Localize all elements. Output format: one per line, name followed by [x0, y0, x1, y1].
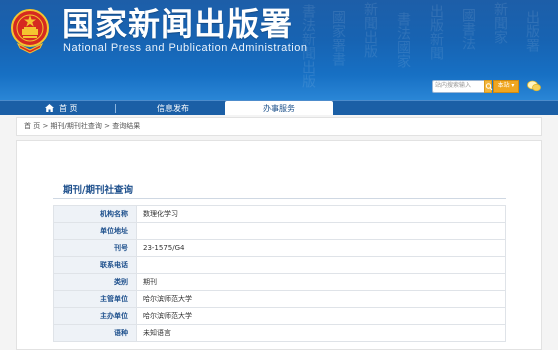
field-value: 23-1575/G4 — [136, 239, 506, 257]
calligraphy-decoration: 國書法 — [460, 8, 476, 50]
site-subtitle: National Press and Publication Administr… — [63, 42, 308, 54]
nav-services-tab[interactable]: 办事服务 — [225, 101, 333, 116]
field-label: 类别 — [53, 273, 137, 291]
site-title: 国家新闻出版署 — [62, 5, 294, 43]
field-value — [136, 222, 506, 240]
table-row: 语种 未知语言 — [53, 324, 506, 342]
table-row: 刊号 23-1575/G4 — [53, 239, 506, 257]
field-value: 期刊 — [136, 273, 506, 291]
search-icon — [485, 83, 493, 91]
calligraphy-decoration: 新聞家 — [492, 2, 508, 44]
field-value: 哈尔滨师范大学 — [136, 290, 506, 308]
page-title: 期刊/期刊社查询 — [63, 185, 133, 196]
breadcrumb: 首 页 > 期刊/期刊社查询 > 查询结果 — [16, 117, 542, 136]
field-value: 未知语言 — [136, 324, 506, 342]
calligraphy-decoration: 新聞出版 — [362, 2, 378, 58]
table-row: 主办单位 哈尔滨师范大学 — [53, 307, 506, 325]
table-row: 联系电话 — [53, 256, 506, 274]
main-nav: 首 页 信息发布 办事服务 — [0, 100, 558, 116]
field-label: 主办单位 — [53, 307, 137, 325]
site-header: 書法新聞出版 國家署書 新聞出版 書法國家 出版新聞 國書法 新聞家 出版署 国… — [0, 0, 558, 100]
field-label: 语种 — [53, 324, 137, 342]
wechat-icon[interactable] — [527, 80, 541, 92]
region-dropdown[interactable]: 本站 ▾ — [493, 80, 519, 93]
nav-home-label: 首 页 — [59, 104, 78, 113]
field-label: 机构名称 — [53, 205, 137, 223]
table-row: 主管单位 哈尔滨师范大学 — [53, 290, 506, 308]
nav-info-release[interactable]: 信息发布 — [157, 101, 189, 116]
field-value: 哈尔滨师范大学 — [136, 307, 506, 325]
national-emblem-icon — [11, 9, 49, 54]
calligraphy-decoration: 出版新聞 — [428, 4, 444, 60]
search-input[interactable]: 站内搜索输入 — [432, 80, 486, 93]
result-table: 机构名称 数理化学习 单位地址 刊号 23-1575/G4 联系电话 类别 期刊… — [53, 205, 506, 342]
field-label: 单位地址 — [53, 222, 137, 240]
field-value: 数理化学习 — [136, 205, 506, 223]
field-label: 刊号 — [53, 239, 137, 257]
calligraphy-decoration: 出版署 — [524, 10, 540, 52]
home-icon — [45, 104, 54, 112]
table-row: 类别 期刊 — [53, 273, 506, 291]
calligraphy-decoration: 書法國家 — [395, 12, 411, 68]
field-label: 主管单位 — [53, 290, 137, 308]
section-divider — [53, 198, 506, 199]
field-value — [136, 256, 506, 274]
search-button[interactable] — [484, 80, 493, 93]
table-row: 机构名称 数理化学习 — [53, 205, 506, 223]
field-label: 联系电话 — [53, 256, 137, 274]
nav-divider — [115, 104, 116, 113]
nav-home[interactable]: 首 页 — [45, 101, 78, 116]
table-row: 单位地址 — [53, 222, 506, 240]
calligraphy-decoration: 國家署書 — [330, 10, 346, 66]
